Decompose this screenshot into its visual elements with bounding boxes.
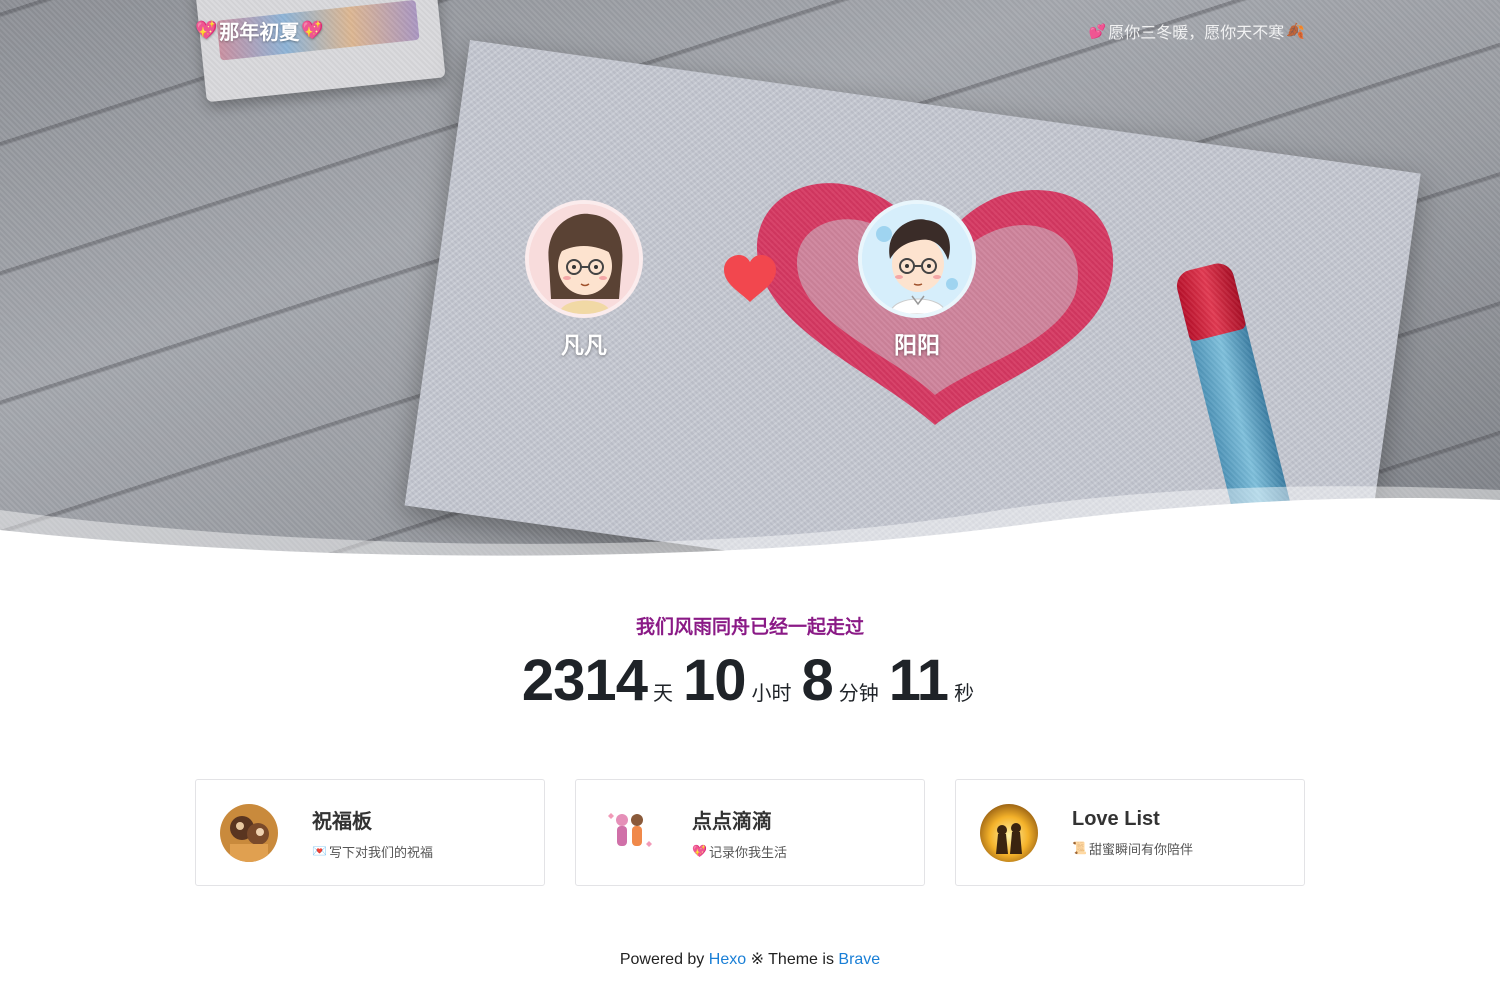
person-left-name: 凡凡	[561, 332, 607, 358]
counter-hours: 10	[682, 648, 747, 713]
sparkling-heart-icon: 💖	[692, 844, 707, 858]
counter-title: 我们风雨同舟已经一起走过	[635, 617, 864, 638]
card-title: Love List	[1072, 807, 1160, 830]
counter-seconds-unit: 秒	[954, 683, 975, 705]
counter-minutes: 8	[801, 648, 833, 713]
site-title[interactable]: 💖 那年初夏 💖	[195, 16, 324, 45]
counter-seconds: 11	[888, 648, 949, 713]
card-thumbnail	[220, 803, 278, 862]
counter-days: 2314	[521, 648, 648, 713]
card-love-list[interactable]: Love List 📜 甜蜜瞬间有你陪伴	[955, 779, 1305, 886]
card-subtitle: 记录你我生活	[708, 844, 787, 860]
card-thumbnail	[980, 803, 1038, 862]
hexo-link[interactable]: Hexo	[709, 951, 746, 968]
avatar-left[interactable]	[525, 200, 643, 318]
heart-icon	[724, 255, 776, 302]
footer-powered-by: Powered by	[619, 951, 705, 968]
hearts-icon: 💕	[1088, 22, 1107, 39]
brave-link[interactable]: Brave	[838, 951, 880, 968]
card-title: 祝福板	[312, 810, 372, 833]
site-title-text: 那年初夏	[219, 22, 300, 44]
card-blessing-board[interactable]: 祝福板 💌 写下对我们的祝福	[195, 779, 545, 886]
feature-cards: 祝福板 💌 写下对我们的祝福 点点滴滴 💖 记录你我生活 Love List 📜…	[195, 779, 1305, 886]
counter-hours-unit: 小时	[751, 683, 792, 705]
card-little-moments[interactable]: 点点滴滴 💖 记录你我生活	[575, 779, 925, 886]
card-subtitle: 写下对我们的祝福	[328, 844, 433, 860]
scroll-icon: 📜	[1072, 841, 1087, 855]
person-right: 阳阳	[857, 200, 977, 360]
person-right-name: 阳阳	[894, 332, 940, 358]
sparkling-heart-icon: 💖	[301, 20, 324, 40]
card-title: 点点滴滴	[692, 810, 772, 833]
slogan-text: 愿你三冬暖，愿你天不寒	[1108, 25, 1285, 42]
slogan: 💕 愿你三冬暖，愿你天不寒 🍂	[1089, 19, 1305, 43]
love-counter: 2314 天 10 小时 8 分钟 11 秒	[0, 648, 1500, 714]
avatar-right[interactable]	[858, 200, 976, 318]
person-left: 凡凡	[524, 200, 644, 360]
counter-minutes-unit: 分钟	[838, 683, 879, 705]
hero-banner: 💖 那年初夏 💖 💕 愿你三冬暖，愿你天不寒 🍂 凡凡 阳阳	[0, 0, 1500, 560]
card-subtitle: 甜蜜瞬间有你陪伴	[1088, 841, 1193, 857]
footer-separator: ※ Theme is	[750, 951, 834, 968]
counter-days-unit: 天	[652, 683, 673, 705]
card-thumbnail	[600, 803, 658, 862]
leaf-icon: 🍂	[1286, 23, 1305, 40]
envelope-icon: 💌	[312, 844, 327, 858]
wave-divider	[0, 486, 1500, 560]
footer: Powered by Hexo ※ Theme is Brave	[0, 949, 1500, 969]
sparkling-heart-icon: 💖	[195, 20, 218, 40]
